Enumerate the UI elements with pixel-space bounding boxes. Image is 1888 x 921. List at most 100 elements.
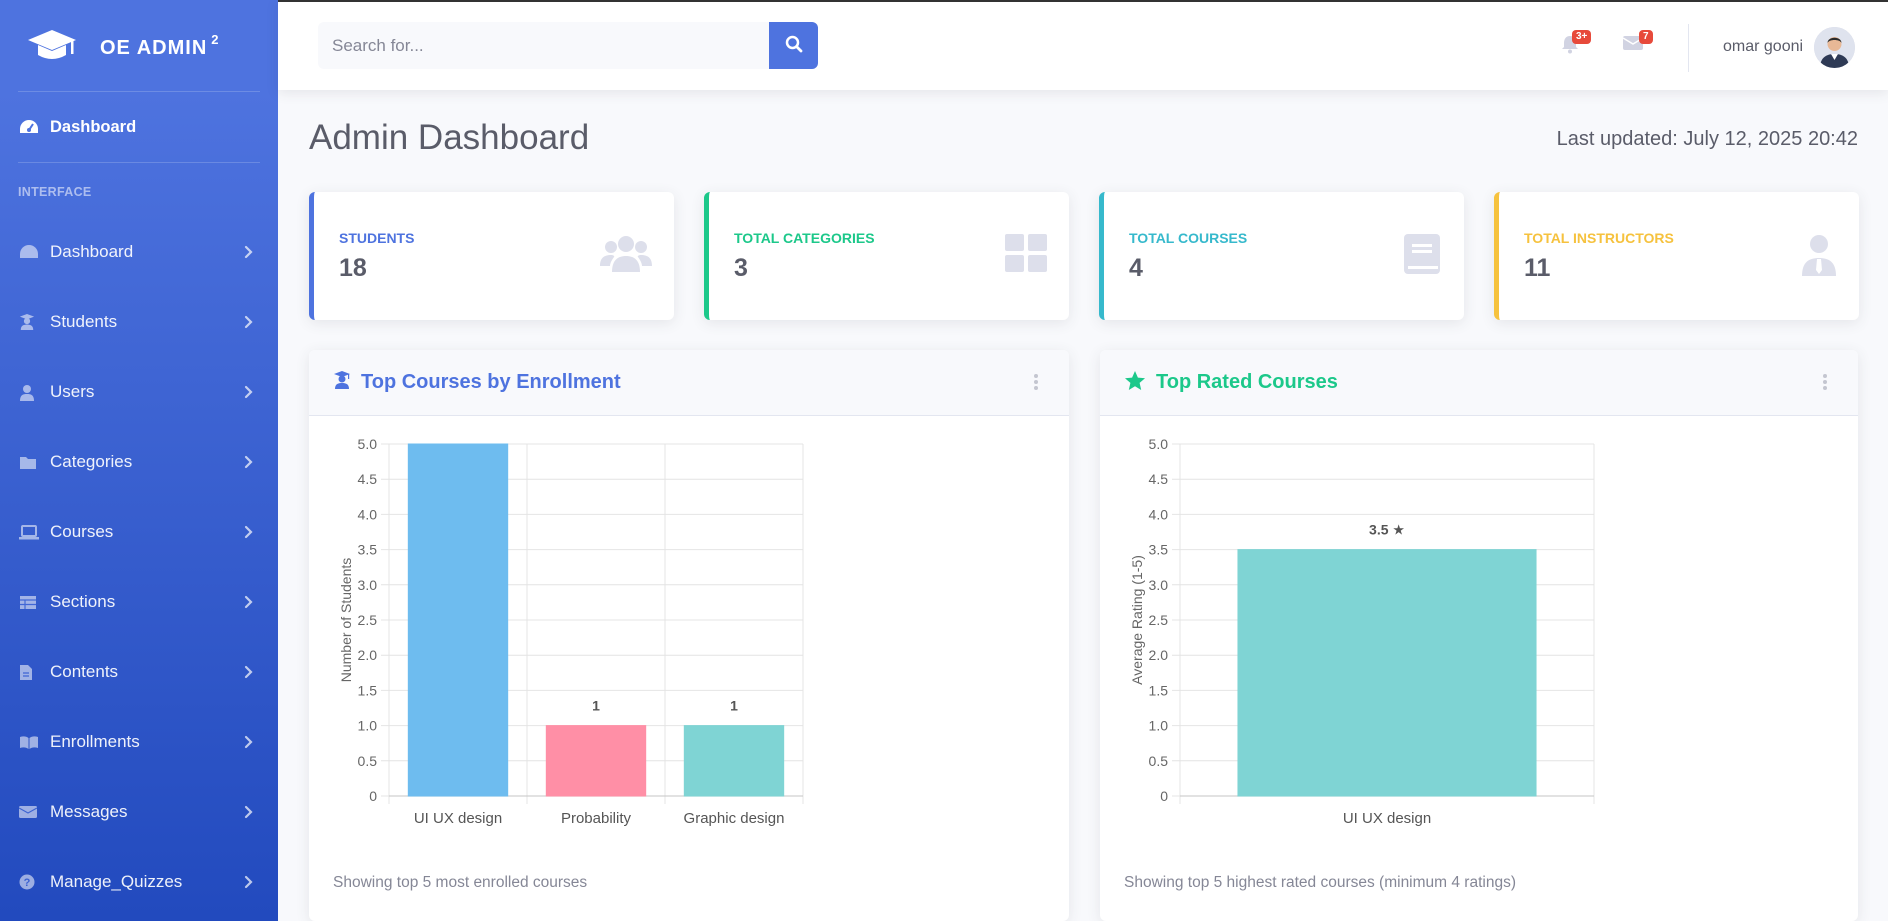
y-axis-label: Average Rating (1-5) — [1129, 555, 1145, 685]
sidebar-item-manage-quizzes[interactable]: ? Manage_Quizzes — [0, 847, 278, 917]
x-tick-label: UI UX design — [1343, 810, 1431, 827]
y-tick-label: 1.0 — [1149, 718, 1169, 734]
svg-text:?: ? — [24, 877, 31, 889]
user-icon — [19, 384, 41, 401]
panel-header: Top Rated Courses — [1100, 350, 1858, 416]
sidebar-item-students[interactable]: Students — [0, 287, 278, 357]
bar[interactable] — [545, 725, 647, 797]
sidebar-item-label: Dashboard — [50, 117, 137, 136]
sidebar-item-label: Manage_Quizzes — [50, 872, 183, 891]
sidebar-item-label: Categories — [50, 452, 133, 471]
y-tick-label: 2.0 — [1149, 647, 1169, 663]
star-icon — [1124, 370, 1146, 396]
sidebar-item-dashboard-active[interactable]: Dashboard — [0, 92, 278, 162]
x-tick-label: UI UX design — [414, 810, 502, 827]
y-tick-label: 3.5 — [1149, 542, 1169, 558]
sidebar-item-label: Courses — [50, 522, 114, 541]
alerts-button[interactable]: 3+ — [1560, 30, 1592, 59]
sidebar: OE ADMIN 2 Dashboard INTERFACE Dashboard S… — [0, 0, 278, 921]
messages-button[interactable]: 7 — [1622, 30, 1653, 57]
bar[interactable] — [407, 443, 509, 797]
stat-card-total-courses: TOTAL COURSES 4 — [1099, 192, 1464, 320]
y-tick-label: 2.5 — [358, 612, 378, 628]
search-button[interactable] — [769, 22, 818, 69]
data-label: 1 — [730, 698, 738, 714]
sidebar-item-enrollments[interactable]: Enrollments — [0, 707, 278, 777]
y-tick-label: 1.5 — [358, 682, 378, 698]
brand-name: OE ADMIN 2 — [100, 31, 220, 59]
book-open-icon — [19, 735, 41, 750]
sidebar-item-label: Messages — [50, 802, 128, 821]
y-tick-label: 5.0 — [1149, 436, 1169, 452]
y-tick-label: 4.0 — [1149, 506, 1169, 522]
more-options-icon[interactable] — [1822, 373, 1828, 396]
sidebar-item-sections[interactable]: Sections — [0, 567, 278, 637]
y-tick-label: 0.5 — [1149, 753, 1169, 769]
sidebar-item-label: Users — [50, 382, 95, 401]
sidebar-item-users[interactable]: Users — [0, 357, 278, 427]
y-tick-label: 3.0 — [358, 577, 378, 593]
chevron-right-icon — [244, 245, 253, 259]
sidebar-item-dashboard[interactable]: Dashboard — [0, 217, 278, 287]
y-tick-label: 4.0 — [358, 506, 378, 522]
sidebar-item-messages[interactable]: Messages — [0, 777, 278, 847]
sidebar-item-contents[interactable]: Contents — [0, 637, 278, 707]
panel-title: Top Courses by Enrollment — [361, 371, 621, 393]
page-title: Admin Dashboard — [309, 118, 590, 157]
stat-card-total-categories: TOTAL CATEGORIES 3 — [704, 192, 1069, 320]
y-tick-label: 0 — [369, 788, 377, 804]
question-circle-icon: ? — [19, 874, 41, 890]
more-options-icon[interactable] — [1033, 373, 1039, 396]
folder-icon — [19, 455, 41, 470]
stat-label: TOTAL COURSES — [1129, 230, 1248, 246]
sidebar-item-categories[interactable]: Categories — [0, 427, 278, 497]
search-icon — [785, 35, 803, 56]
y-tick-label: 0.5 — [358, 753, 378, 769]
y-tick-label: 2.0 — [358, 647, 378, 663]
last-updated: Last updated: July 12, 2025 20:42 — [1556, 128, 1858, 150]
sidebar-item-label: Dashboard — [50, 242, 134, 261]
x-tick-label: Graphic design — [684, 810, 785, 827]
table-icon — [19, 595, 41, 610]
user-name[interactable]: omar gooni — [1723, 38, 1803, 56]
stat-card-total-instructors: TOTAL INSTRUCTORS 11 — [1494, 192, 1859, 320]
y-tick-label: 4.5 — [1149, 471, 1169, 487]
y-tick-label: 2.5 — [1149, 612, 1169, 628]
stat-label: TOTAL CATEGORIES — [734, 230, 875, 246]
graduate-icon — [19, 313, 41, 331]
tachometer-icon — [19, 244, 41, 260]
bar[interactable] — [1237, 549, 1537, 797]
bar[interactable] — [683, 725, 785, 797]
stat-card-students: STUDENTS 18 — [309, 192, 674, 320]
search-form — [318, 22, 818, 69]
sidebar-heading: INTERFACE — [18, 185, 92, 199]
stat-value: 11 — [1524, 254, 1551, 282]
brand[interactable]: OE ADMIN 2 — [0, 0, 278, 91]
search-input[interactable] — [318, 22, 769, 69]
y-tick-label: 5.0 — [358, 436, 378, 452]
y-axis-label: Number of Students — [338, 558, 354, 683]
y-tick-label: 1.5 — [1149, 682, 1169, 698]
y-tick-label: 3.5 — [358, 542, 378, 558]
chevron-right-icon — [244, 385, 253, 399]
file-icon — [19, 664, 41, 681]
avatar[interactable] — [1814, 27, 1855, 68]
panel-header: Top Courses by Enrollment — [309, 350, 1069, 416]
enrollment-chart: 0 0.5 1.0 1.5 2.0 2.5 3.0 3.5 4.0 4.5 5.0 UI UX des… — [338, 436, 804, 827]
chevron-right-icon — [244, 665, 253, 679]
panel-footer: Showing top 5 highest rated courses (min… — [1124, 874, 1516, 891]
enrollment-panel: Top Courses by Enrollment 0 0.5 1.0 1.5 2.0 2… — [309, 350, 1069, 921]
envelope-icon — [19, 805, 41, 819]
y-tick-label: 0 — [1160, 788, 1168, 804]
laptop-icon — [19, 524, 41, 540]
panel-title: Top Rated Courses — [1156, 371, 1338, 393]
chevron-right-icon — [244, 595, 253, 609]
chevron-right-icon — [244, 875, 253, 889]
chevron-right-icon — [244, 455, 253, 469]
stat-value: 3 — [734, 254, 748, 282]
tachometer-icon — [19, 119, 41, 135]
panel-footer: Showing top 5 most enrolled courses — [333, 874, 588, 891]
book-icon — [1404, 234, 1442, 281]
y-tick-label: 3.0 — [1149, 577, 1169, 593]
sidebar-item-courses[interactable]: Courses — [0, 497, 278, 567]
